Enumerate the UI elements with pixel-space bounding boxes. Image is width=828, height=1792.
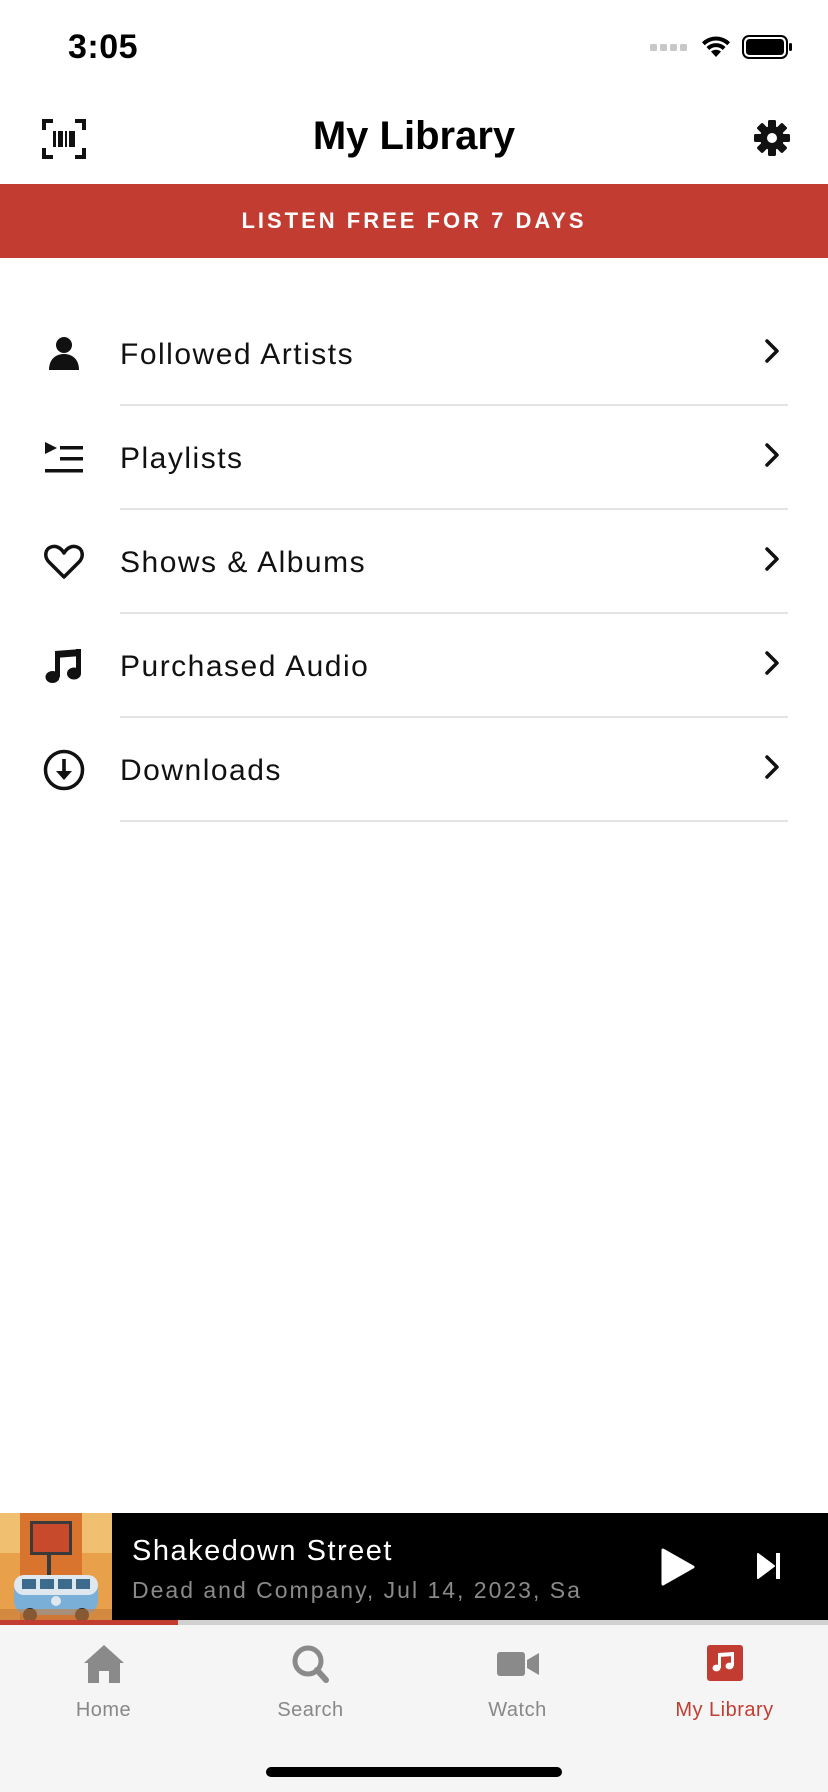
search-icon <box>292 1645 329 1683</box>
status-icons <box>650 34 794 60</box>
tab-watch[interactable]: Watch <box>414 1643 621 1743</box>
menu-item-shows-albums[interactable]: Shows & Albums <box>0 510 828 614</box>
menu-item-label: Shows & Albums <box>120 546 367 579</box>
mini-player[interactable]: Shakedown Street Dead and Company, Jul 1… <box>0 1513 828 1623</box>
menu-item-label: Purchased Audio <box>120 650 370 683</box>
free-trial-label: LISTEN FREE FOR 7 DAYS <box>241 208 587 233</box>
menu-item-label: Playlists <box>120 442 244 475</box>
status-bar: 3:05 <box>0 0 828 90</box>
library-menu: Followed Artists Playlists Shows & Album… <box>0 302 828 822</box>
home-indicator[interactable] <box>266 1767 562 1777</box>
tab-my-library[interactable]: My Library <box>621 1643 828 1743</box>
battery-icon <box>742 35 792 59</box>
track-title: Shakedown Street <box>132 1535 393 1567</box>
chevron-right-icon <box>765 339 779 363</box>
chevron-right-icon <box>765 443 779 467</box>
tab-search[interactable]: Search <box>207 1643 414 1743</box>
page-title: My Library <box>312 114 516 158</box>
track-subtitle: Dead and Company, Jul 14, 2023, Sa <box>132 1577 582 1603</box>
menu-item-followed-artists[interactable]: Followed Artists <box>0 302 828 406</box>
video-camera-icon <box>496 1652 539 1676</box>
download-icon <box>40 748 88 792</box>
divider <box>120 820 788 822</box>
menu-item-playlists[interactable]: Playlists <box>0 406 828 510</box>
music-note-icon <box>40 644 88 688</box>
tab-label: Search <box>277 1699 344 1721</box>
menu-item-purchased-audio[interactable]: Purchased Audio <box>0 614 828 718</box>
playlist-icon <box>40 436 88 480</box>
menu-item-label: Downloads <box>120 754 282 787</box>
tab-label: My Library <box>675 1699 774 1721</box>
gear-icon <box>754 120 790 156</box>
tab-label: Home <box>75 1699 132 1721</box>
settings-button[interactable] <box>752 118 792 158</box>
music-library-icon <box>706 1645 743 1681</box>
free-trial-banner[interactable]: LISTEN FREE FOR 7 DAYS <box>0 184 828 258</box>
play-icon[interactable] <box>660 1547 696 1587</box>
skip-next-icon[interactable] <box>756 1551 782 1581</box>
tab-label: Watch <box>488 1699 547 1721</box>
chevron-right-icon <box>765 755 779 779</box>
tab-home[interactable]: Home <box>0 1643 207 1743</box>
home-icon <box>83 1645 124 1683</box>
nav-bar: My Library <box>0 90 828 184</box>
menu-item-label: Followed Artists <box>120 338 355 371</box>
cellular-signal-icon <box>650 44 687 51</box>
chevron-right-icon <box>765 651 779 675</box>
chevron-right-icon <box>765 547 779 571</box>
wifi-icon <box>702 36 730 57</box>
status-time: 3:05 <box>68 28 139 66</box>
person-icon <box>40 332 88 376</box>
album-art[interactable] <box>0 1513 112 1623</box>
heart-icon <box>40 540 88 584</box>
menu-item-downloads[interactable]: Downloads <box>0 718 828 822</box>
